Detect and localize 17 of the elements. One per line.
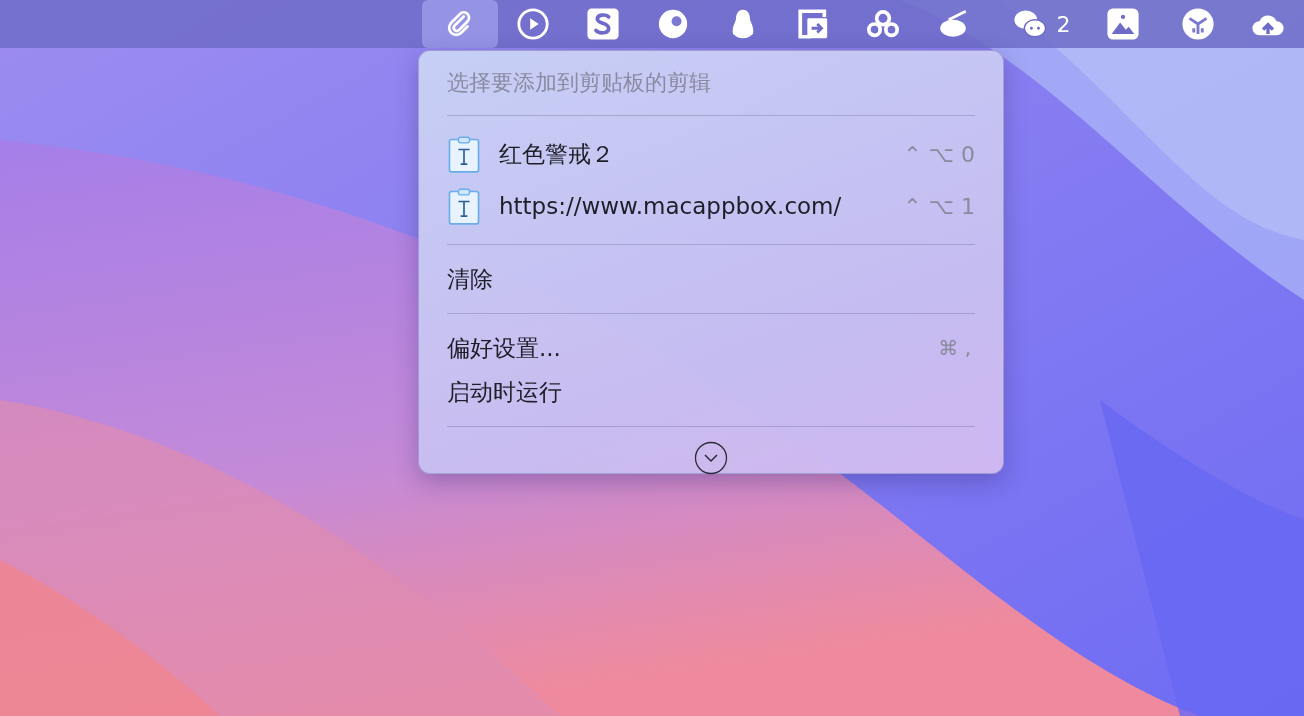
menu-item[interactable]: 红色警戒２ ⌃ ⌥ 0	[447, 128, 975, 180]
menu-item[interactable]: 清除	[447, 257, 975, 301]
app-icon	[586, 7, 620, 41]
badge-count: 2	[1056, 11, 1071, 37]
menu-bar-item[interactable]	[422, 0, 498, 48]
menu-bar-item[interactable]: 2	[988, 0, 1083, 48]
logo-icon	[1181, 7, 1215, 41]
menu-item[interactable]: 启动时运行	[447, 370, 975, 414]
menu-header: 选择要添加到剪贴板的剪辑	[447, 69, 712, 97]
clipboard-text-icon	[447, 135, 481, 173]
export-icon	[796, 7, 830, 41]
menu-item[interactable]: 偏好设置... ⌘ ,	[447, 326, 975, 370]
image-icon	[1106, 7, 1140, 41]
clipboard-text-icon	[447, 187, 481, 225]
play-icon	[516, 7, 550, 41]
chevron-down-icon[interactable]	[694, 441, 728, 475]
menu-item[interactable]: https://www.macappbox.com/ ⌃ ⌥ 1	[447, 180, 975, 232]
